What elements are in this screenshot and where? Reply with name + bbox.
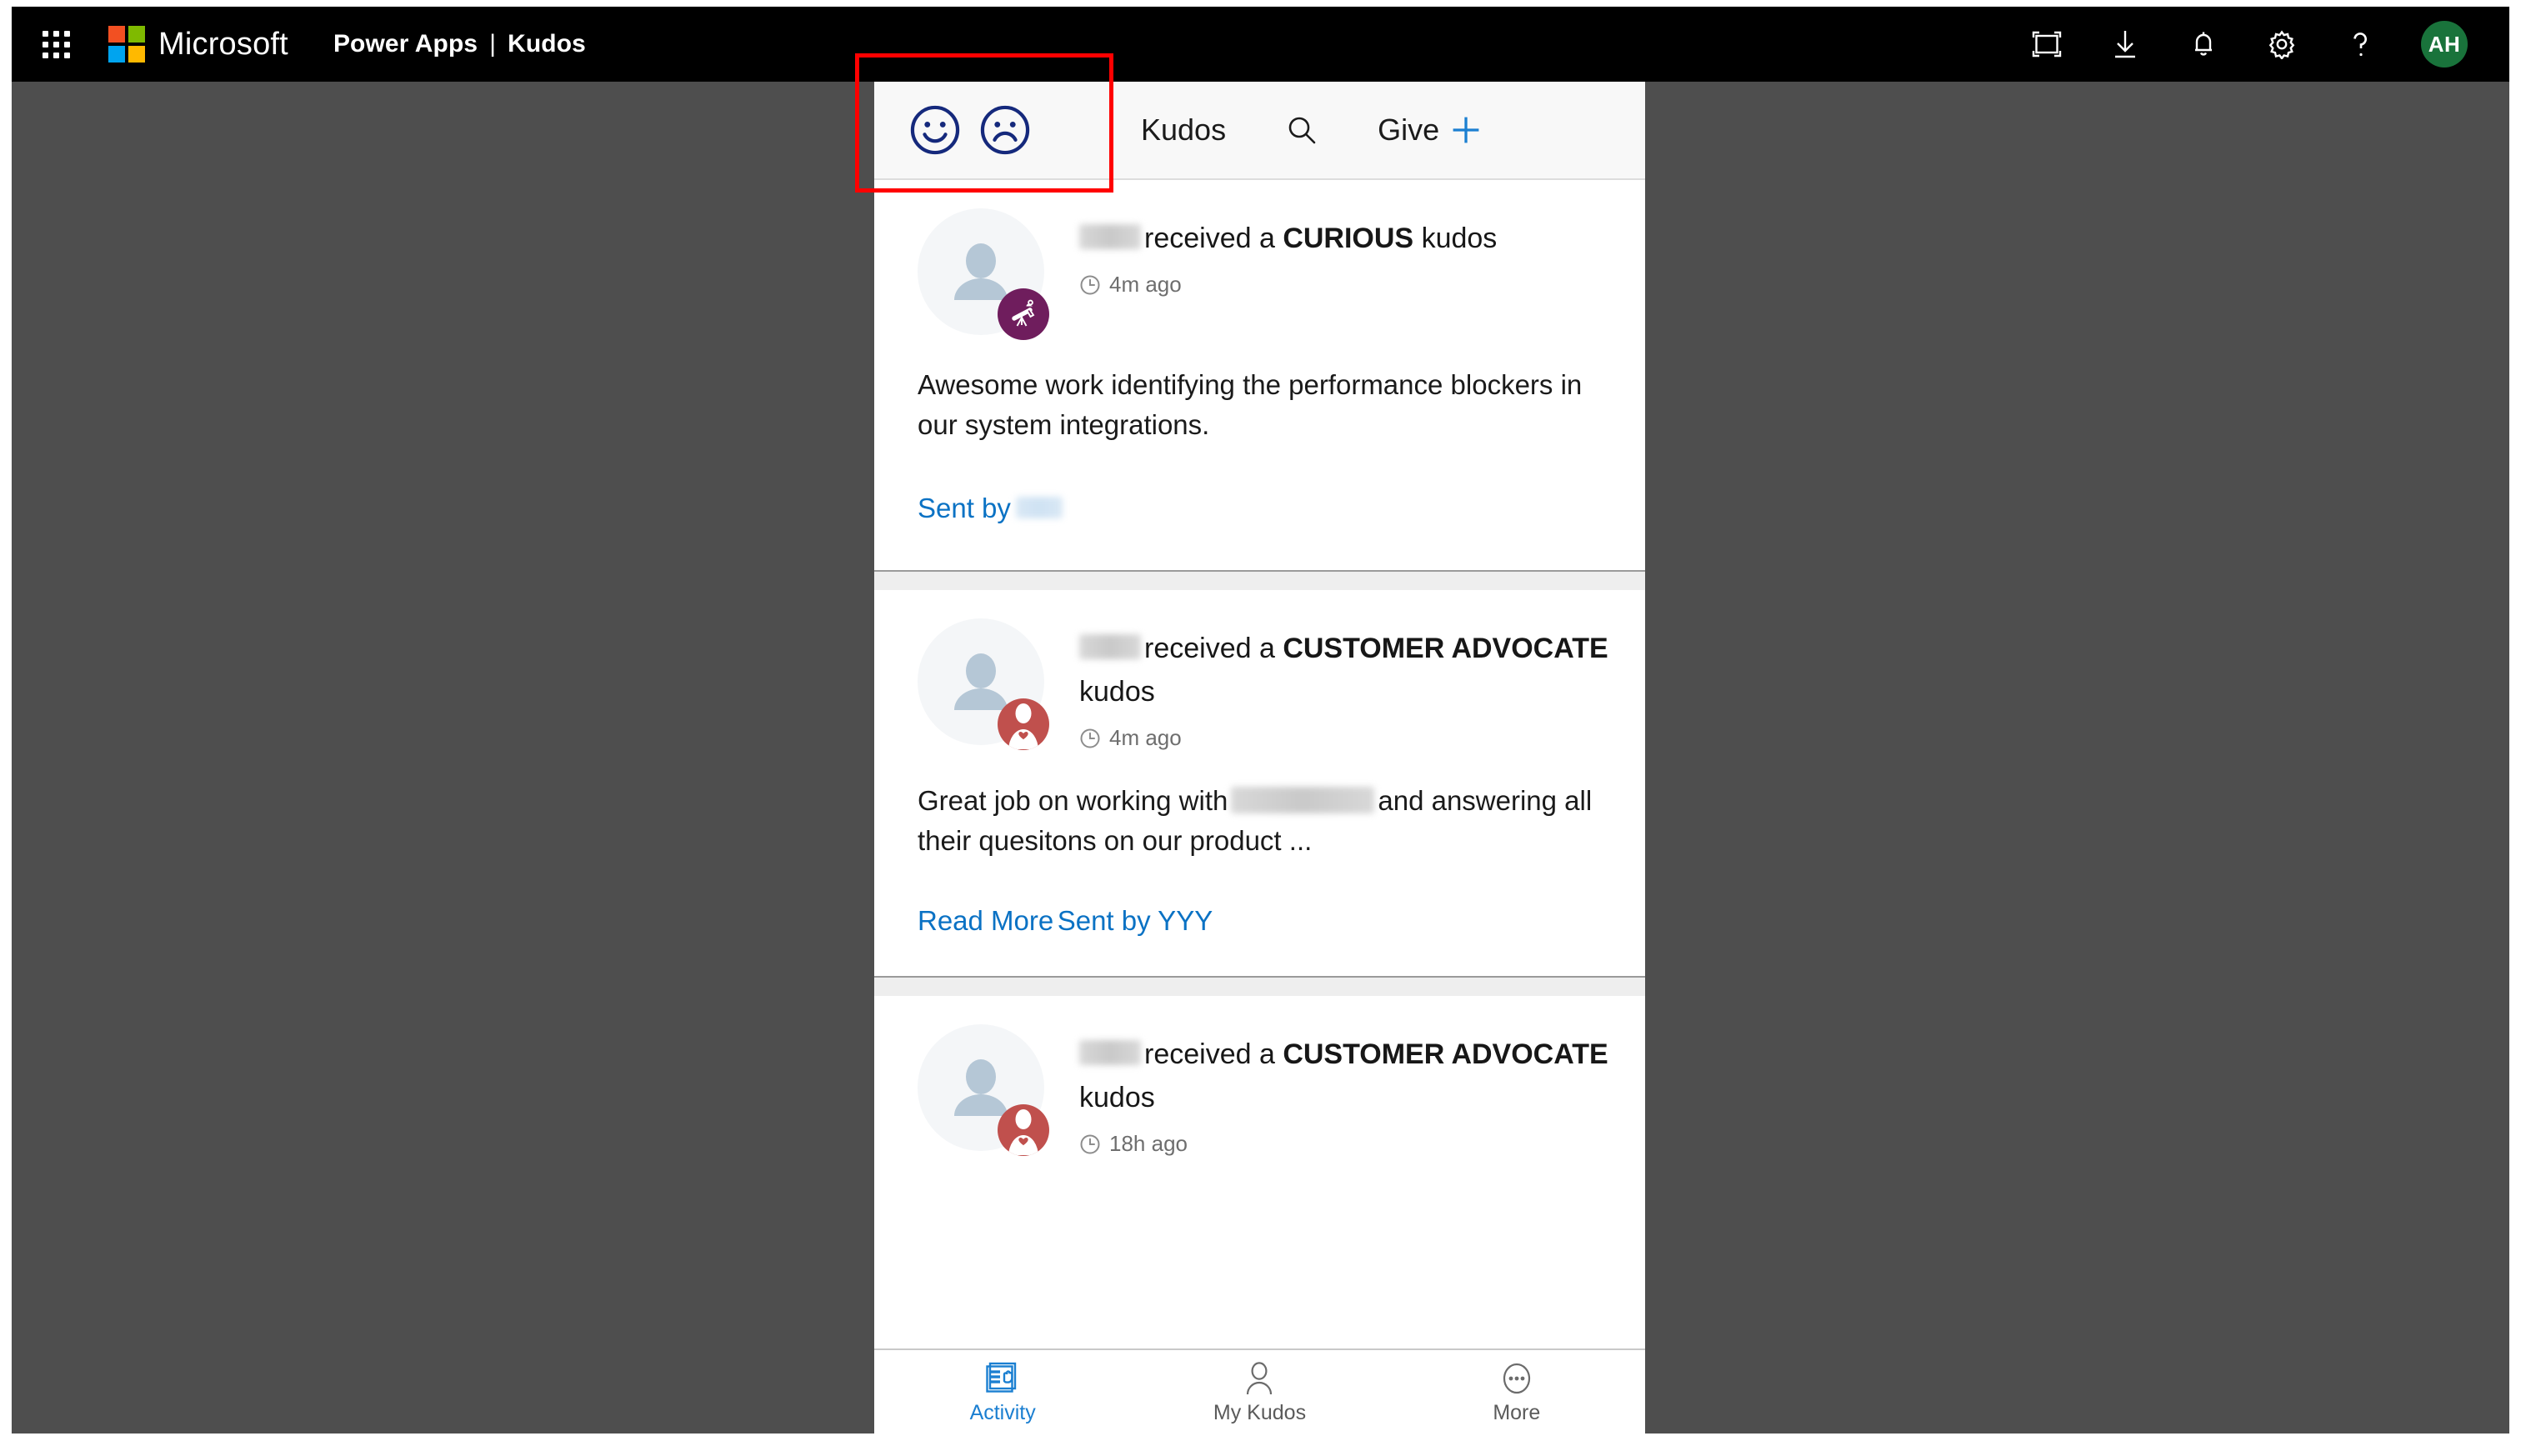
more-ellipsis-icon (1498, 1359, 1535, 1398)
kudos-timestamp: 18h ago (1109, 1131, 1188, 1156)
recipient-name-redacted (1079, 224, 1141, 249)
nav-item-activity[interactable]: Activity (874, 1350, 1131, 1433)
user-avatar[interactable]: AH (2421, 21, 2468, 68)
help-question-icon[interactable] (2343, 27, 2378, 62)
customer-advocate-badge-icon (998, 1104, 1049, 1156)
kudos-timestamp-row: 18h ago (1079, 1131, 1608, 1157)
kudos-timestamp-row: 4m ago (1079, 725, 1608, 751)
kudos-timestamp: 4m ago (1109, 725, 1182, 750)
card-separator (874, 976, 1645, 996)
recipient-avatar (918, 1024, 1049, 1156)
kudos-headline-block: received a CURIOUS kudos 4m ago (1079, 208, 1608, 335)
kudos-message: Awesome work identifying the performance… (918, 369, 1583, 440)
microsoft-squares-icon (108, 26, 145, 63)
advocate-person-icon (1008, 1109, 1038, 1155)
fullscreen-icon[interactable] (2029, 27, 2064, 62)
kudos-type-label: CUSTOMER ADVOCATE (1283, 1038, 1608, 1070)
give-label: Give (1378, 113, 1440, 147)
headline-prefix: received a (1144, 633, 1275, 664)
recipient-name-redacted (1079, 1040, 1141, 1065)
nav-label-more: More (1493, 1400, 1541, 1424)
kudos-app-panel: Kudos Give received a CURIOUS kudos 4m a… (874, 82, 1645, 1433)
kudos-card[interactable]: received a CUSTOMER ADVOCATE kudos 4m ag… (874, 590, 1645, 976)
read-more-link[interactable]: Read More (918, 903, 1053, 939)
customer-advocate-badge-icon (998, 698, 1049, 750)
kudos-feed[interactable]: received a CURIOUS kudos 4m ago Awesome … (874, 180, 1645, 1350)
activity-feed-icon (983, 1359, 1023, 1398)
page-name-label: Kudos (508, 30, 586, 58)
clock-icon (1080, 1134, 1100, 1153)
kudos-card-header: received a CUSTOMER ADVOCATE kudos 4m ag… (874, 618, 1645, 751)
app-launcher-icon[interactable] (37, 25, 75, 63)
headline-suffix: kudos (1079, 676, 1155, 708)
message-part-1: Great job on working with (918, 785, 1228, 816)
plus-icon (1453, 117, 1479, 143)
kudos-card-header: received a CUSTOMER ADVOCATE kudos 18h a… (874, 1024, 1645, 1157)
headline-prefix: received a (1144, 1038, 1275, 1070)
kudos-type-label: CUSTOMER ADVOCATE (1283, 633, 1608, 664)
notifications-bell-icon[interactable] (2186, 27, 2221, 62)
card-separator (874, 570, 1645, 590)
headline-suffix: kudos (1421, 223, 1498, 254)
give-kudos-button[interactable]: Give (1378, 112, 1484, 148)
sent-by-link[interactable]: Sent by (918, 490, 1066, 527)
search-icon[interactable] (1283, 111, 1321, 149)
kudos-card-header: received a CURIOUS kudos 4m ago (874, 208, 1645, 340)
bottom-navigation: Activity My Kudos More (874, 1348, 1645, 1433)
kudos-headline: received a CUSTOMER ADVOCATE kudos (1079, 627, 1608, 713)
mentioned-name-redacted (1231, 787, 1375, 813)
sad-face-icon[interactable] (978, 103, 1033, 158)
kudos-type-label: CURIOUS (1283, 223, 1414, 254)
suite-bar-actions: AH (2029, 21, 2468, 68)
page-title: Kudos (1141, 113, 1227, 147)
kudos-card[interactable]: received a CURIOUS kudos 4m ago Awesome … (874, 180, 1645, 570)
sent-by-label: Sent by (918, 493, 1011, 523)
mood-feedback-group (908, 103, 1033, 158)
recipient-avatar (918, 208, 1049, 340)
nav-label-my-kudos: My Kudos (1213, 1400, 1307, 1424)
breadcrumb-divider: | (489, 30, 497, 58)
kudos-headline: received a CURIOUS kudos (1079, 217, 1608, 260)
happy-face-icon[interactable] (908, 103, 963, 158)
app-breadcrumb: Power Apps | Kudos (333, 30, 586, 58)
settings-gear-icon[interactable] (2264, 27, 2299, 62)
recipient-name-redacted (1079, 634, 1141, 659)
telescope-badge-icon (998, 288, 1049, 340)
headline-suffix: kudos (1079, 1082, 1155, 1113)
nav-label-activity: Activity (969, 1400, 1036, 1424)
kudos-timestamp-row: 4m ago (1079, 272, 1608, 298)
clock-icon (1080, 728, 1100, 748)
headline-prefix: received a (1144, 223, 1275, 254)
recipient-avatar (918, 618, 1049, 750)
sender-name-redacted (1015, 497, 1063, 518)
kudos-headline-block: received a CUSTOMER ADVOCATE kudos 4m ag… (1079, 618, 1608, 751)
kudos-headline: received a CUSTOMER ADVOCATE kudos (1079, 1033, 1608, 1119)
nav-item-my-kudos[interactable]: My Kudos (1131, 1350, 1388, 1433)
kudos-app-header: Kudos Give (874, 82, 1645, 180)
sent-by-link[interactable]: Sent by YYY (1058, 903, 1213, 939)
advocate-person-icon (1008, 703, 1038, 749)
microsoft-logo[interactable]: Microsoft (108, 26, 288, 63)
screen-root: Microsoft Power Apps | Kudos AH Kudos Gi… (0, 0, 2521, 1456)
kudos-message: Great job on working with and answering a… (918, 781, 1598, 861)
person-outline-icon (1241, 1359, 1278, 1398)
kudos-card-body: Great job on working with and answering a… (874, 751, 1645, 976)
app-name-label: Power Apps (333, 30, 478, 58)
microsoft-wordmark: Microsoft (158, 26, 288, 62)
kudos-headline-block: received a CUSTOMER ADVOCATE kudos 18h a… (1079, 1024, 1608, 1157)
kudos-card[interactable]: received a CUSTOMER ADVOCATE kudos 18h a… (874, 996, 1645, 1157)
kudos-card-body: Awesome work identifying the performance… (874, 335, 1645, 570)
clock-icon (1080, 275, 1100, 294)
nav-item-more[interactable]: More (1388, 1350, 1645, 1433)
suite-bar: Microsoft Power Apps | Kudos AH (12, 7, 2509, 82)
kudos-timestamp: 4m ago (1109, 272, 1182, 297)
download-icon[interactable] (2108, 27, 2143, 62)
